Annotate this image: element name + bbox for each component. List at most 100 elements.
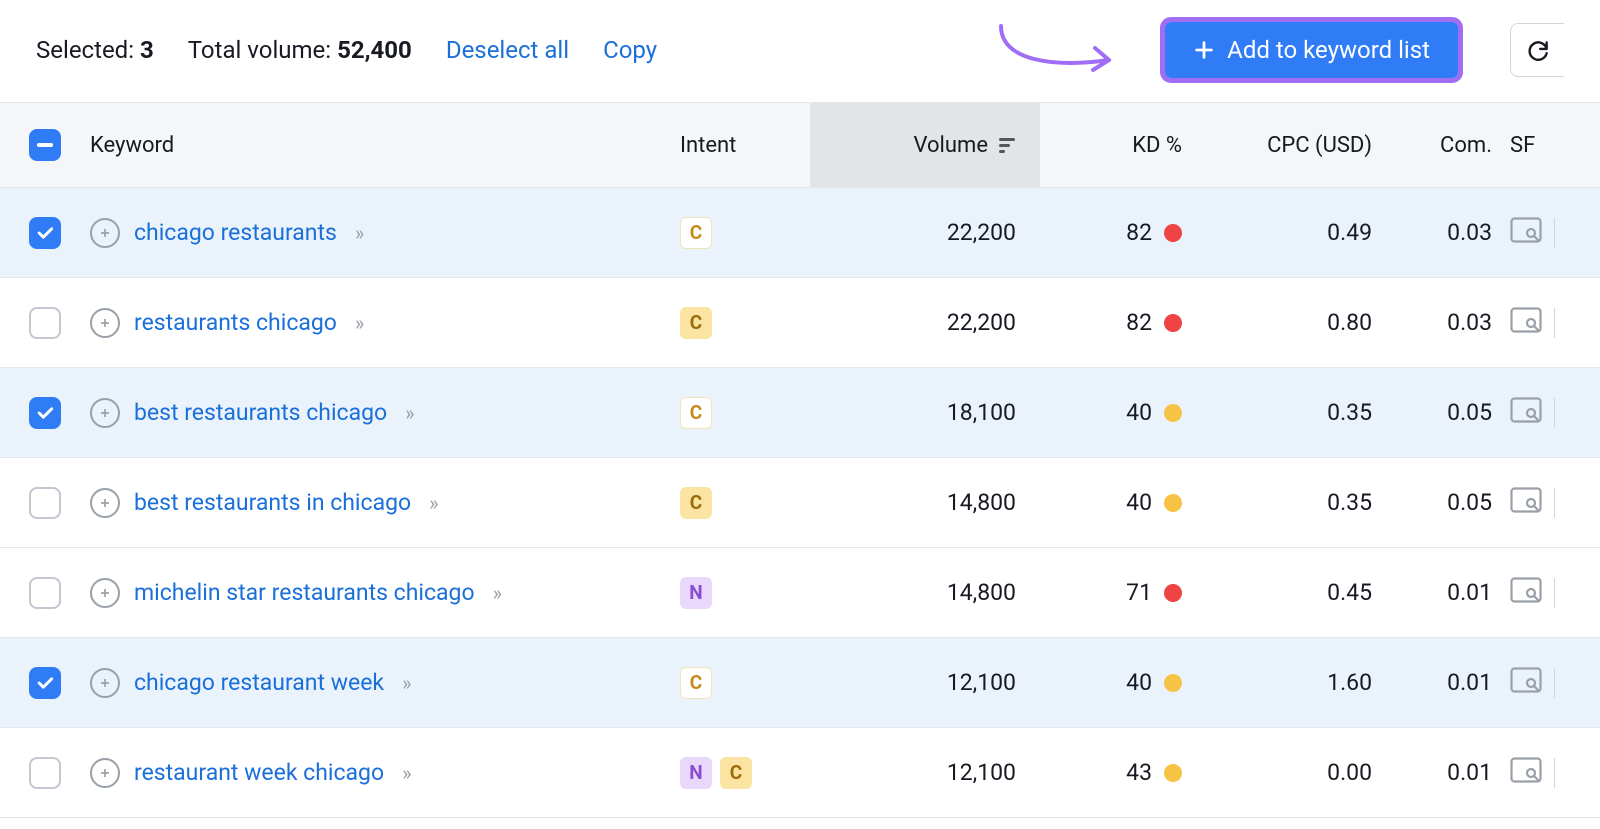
kd-value: 71	[1126, 579, 1152, 606]
expand-icon[interactable]	[90, 488, 120, 518]
intent-badge[interactable]: N	[680, 757, 712, 789]
cpc-cell: 0.80	[1200, 309, 1390, 336]
cpc-cell: 0.49	[1200, 219, 1390, 246]
intent-badge[interactable]: C	[680, 667, 712, 699]
table-row: best restaurants in chicago »C14,800400.…	[0, 458, 1600, 548]
intent-badge[interactable]: N	[680, 577, 712, 609]
expand-icon[interactable]	[90, 398, 120, 428]
keyword-link[interactable]: restaurants chicago	[134, 309, 337, 336]
serp-preview-icon[interactable]	[1510, 667, 1542, 699]
table-row: best restaurants chicago »C18,100400.350…	[0, 368, 1600, 458]
table-row: restaurants chicago »C22,200820.800.03	[0, 278, 1600, 368]
keyword-link[interactable]: best restaurants in chicago	[134, 489, 411, 516]
table-row: chicago restaurants »C22,200820.490.03	[0, 188, 1600, 278]
header-volume[interactable]: Volume	[810, 103, 1040, 187]
kd-value: 82	[1126, 219, 1152, 246]
selected-count: 3	[140, 36, 154, 64]
kd-value: 40	[1126, 669, 1152, 696]
kd-difficulty-dot	[1164, 584, 1182, 602]
row-checkbox[interactable]	[29, 397, 61, 429]
intent-badge[interactable]: C	[680, 307, 712, 339]
com-cell: 0.03	[1390, 219, 1510, 246]
add-button-label: Add to keyword list	[1227, 36, 1430, 64]
kd-difficulty-dot	[1164, 494, 1182, 512]
copy-link[interactable]: Copy	[603, 36, 657, 64]
volume-cell: 14,800	[810, 579, 1040, 606]
cpc-cell: 0.45	[1200, 579, 1390, 606]
header-volume-label: Volume	[914, 133, 989, 158]
intent-badge[interactable]: C	[720, 757, 752, 789]
header-keyword[interactable]: Keyword	[90, 133, 680, 158]
select-all-checkbox[interactable]	[29, 129, 61, 161]
table-row: michelin star restaurants chicago » N 14,8…	[0, 548, 1600, 638]
table-row: restaurant week chicago »NC12,100430.000…	[0, 728, 1600, 818]
serp-preview-icon[interactable]	[1510, 397, 1542, 429]
add-to-keyword-list-button[interactable]: Add to keyword list	[1165, 22, 1458, 78]
chevron-right-icon: »	[402, 671, 409, 695]
header-cpc[interactable]: CPC (USD)	[1200, 133, 1390, 158]
total-volume-label: Total volume: 52,400	[188, 36, 412, 64]
com-cell: 0.01	[1390, 579, 1510, 606]
chevron-right-icon: »	[429, 491, 436, 515]
keyword-link[interactable]: chicago restaurants	[134, 219, 337, 246]
table-header: Keyword Intent Volume KD % CPC (USD) Com…	[0, 102, 1600, 188]
serp-preview-icon[interactable]	[1510, 757, 1542, 789]
header-intent[interactable]: Intent	[680, 133, 810, 158]
table-row: chicago restaurant week »C12,100401.600.…	[0, 638, 1600, 728]
kd-difficulty-dot	[1164, 314, 1182, 332]
divider	[1554, 308, 1555, 338]
row-checkbox[interactable]	[29, 307, 61, 339]
expand-icon[interactable]	[90, 308, 120, 338]
keyword-table: Keyword Intent Volume KD % CPC (USD) Com…	[0, 102, 1600, 818]
row-checkbox[interactable]	[29, 577, 61, 609]
kd-value: 40	[1126, 399, 1152, 426]
row-checkbox[interactable]	[29, 487, 61, 519]
com-cell: 0.01	[1390, 759, 1510, 786]
kd-difficulty-dot	[1164, 764, 1182, 782]
cpc-cell: 0.35	[1200, 399, 1390, 426]
chevron-right-icon: »	[402, 761, 409, 785]
header-com[interactable]: Com.	[1390, 133, 1510, 158]
row-checkbox[interactable]	[29, 667, 61, 699]
cpc-cell: 0.35	[1200, 489, 1390, 516]
serp-preview-icon[interactable]	[1510, 577, 1542, 609]
cpc-cell: 1.60	[1200, 669, 1390, 696]
intent-badge[interactable]: C	[680, 397, 712, 429]
serp-preview-icon[interactable]	[1510, 487, 1542, 519]
keyword-link[interactable]: restaurant week chicago	[134, 759, 384, 786]
com-cell: 0.05	[1390, 489, 1510, 516]
kd-value: 82	[1126, 309, 1152, 336]
row-checkbox[interactable]	[29, 217, 61, 249]
header-sf[interactable]: SF	[1510, 133, 1600, 158]
refresh-icon	[1525, 37, 1551, 63]
divider	[1554, 758, 1555, 788]
chevron-right-icon: »	[405, 401, 412, 425]
com-cell: 0.05	[1390, 399, 1510, 426]
expand-icon[interactable]	[90, 758, 120, 788]
row-checkbox[interactable]	[29, 757, 61, 789]
expand-icon[interactable]	[90, 578, 120, 608]
chevron-right-icon: »	[493, 581, 500, 605]
toolbar: Selected: 3 Total volume: 52,400 Deselec…	[0, 0, 1600, 102]
refresh-button[interactable]	[1510, 23, 1564, 77]
expand-icon[interactable]	[90, 668, 120, 698]
keyword-link[interactable]: chicago restaurant week	[134, 669, 384, 696]
divider	[1554, 668, 1555, 698]
deselect-all-link[interactable]: Deselect all	[446, 36, 569, 64]
header-kd[interactable]: KD %	[1040, 133, 1200, 158]
kd-difficulty-dot	[1164, 404, 1182, 422]
keyword-link[interactable]: michelin star restaurants chicago	[134, 579, 475, 606]
divider	[1554, 488, 1555, 518]
chevron-right-icon: »	[355, 311, 362, 335]
serp-preview-icon[interactable]	[1510, 217, 1542, 249]
intent-badge[interactable]: C	[680, 217, 712, 249]
expand-icon[interactable]	[90, 218, 120, 248]
divider	[1554, 578, 1555, 608]
keyword-link[interactable]: best restaurants chicago	[134, 399, 387, 426]
serp-preview-icon[interactable]	[1510, 307, 1542, 339]
com-cell: 0.03	[1390, 309, 1510, 336]
total-volume-value: 52,400	[337, 36, 412, 64]
sort-desc-icon	[998, 136, 1016, 154]
volume-cell: 22,200	[810, 219, 1040, 246]
intent-badge[interactable]: C	[680, 487, 712, 519]
